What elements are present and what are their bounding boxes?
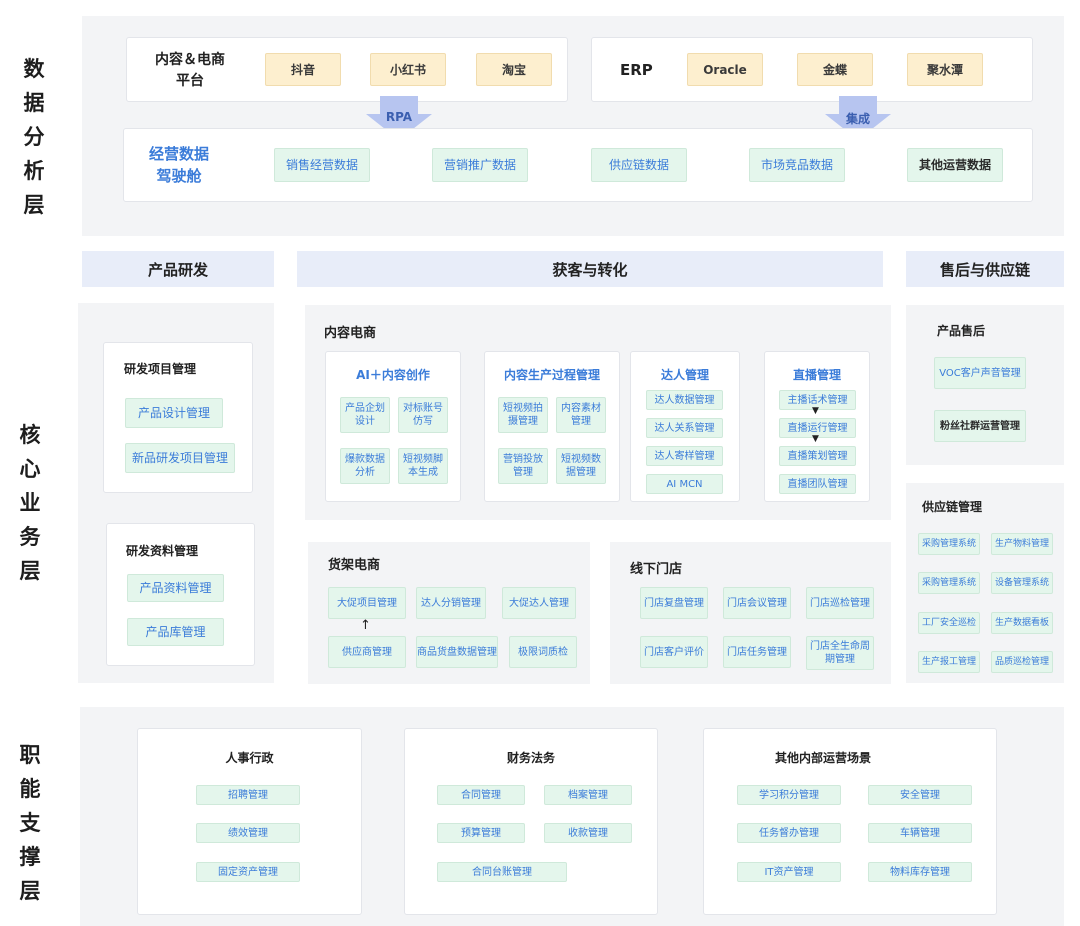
finance-title: 财务法务 (506, 751, 555, 765)
ops-title: 其他内部运营场景 (774, 751, 871, 765)
supply-item-5: 工厂安全巡检 (918, 612, 980, 634)
rd-data-title: 研发资料管理 (126, 544, 199, 558)
rd-project-title: 研发项目管理 (124, 362, 197, 376)
erp-oracle: Oracle (687, 53, 763, 86)
ops-item-5: IT资产管理 (737, 862, 841, 882)
prod-item-2: 内容素材 管理 (556, 397, 606, 433)
supply-item-3: 采购管理系统 (918, 572, 980, 594)
shelf-item-6: 极限词质检 (509, 636, 577, 668)
finance-item-4: 收款管理 (544, 823, 632, 843)
prod-title: 内容生产过程管理 (503, 368, 600, 382)
ops-item-6: 物料库存管理 (868, 862, 972, 882)
platform-xiaohongshu: 小红书 (370, 53, 446, 86)
ops-item-3: 任务督办管理 (737, 823, 841, 843)
finance-item-5: 合同台账管理 (437, 862, 567, 882)
platform-taobao: 淘宝 (476, 53, 552, 86)
after-title: 产品售后 (937, 324, 986, 338)
rd-product-docs: 产品资料管理 (127, 574, 224, 602)
shelf-item-5: 商品货盘数据管理 (416, 636, 498, 668)
ops-item-1: 学习积分管理 (737, 785, 841, 805)
shelf-item-2: 达人分销管理 (416, 587, 486, 619)
platform-douyin: 抖音 (265, 53, 341, 86)
data-marketing: 营销推广数据 (432, 148, 528, 182)
live-arrow-2-icon: ▼ (812, 434, 819, 444)
hr-item-2: 绩效管理 (196, 823, 300, 843)
cockpit-box (123, 128, 1033, 202)
offline-item-6: 门店全生命周 期管理 (806, 636, 874, 670)
supply-item-2: 生产物料管理 (991, 533, 1053, 555)
rd-product-library: 产品库管理 (127, 618, 224, 646)
data-other: 其他运营数据 (907, 148, 1003, 182)
hr-title: 人事行政 (225, 751, 274, 765)
shelf-up-arrow-icon: ↑ (360, 618, 371, 633)
supply-item-4: 设备管理系统 (991, 572, 1053, 594)
header-acquire: 获客与转化 (297, 251, 883, 287)
offline-item-5: 门店任务管理 (723, 636, 791, 668)
rd-new-product-project: 新品研发项目管理 (125, 443, 235, 473)
ai-item-3: 爆款数据 分析 (340, 448, 390, 484)
shelf-title: 货架电商 (328, 558, 381, 573)
live-item-4: 直播团队管理 (779, 474, 856, 494)
rpa-arrow-label: RPA (385, 110, 413, 124)
supply-item-7: 生产报工管理 (918, 651, 980, 673)
platform-title: 内容＆电商 平台 (155, 52, 225, 89)
data-sales: 销售经营数据 (274, 148, 370, 182)
offline-title: 线下门店 (630, 562, 683, 577)
data-supply: 供应链数据 (591, 148, 687, 182)
kol-title: 达人管理 (660, 368, 709, 382)
offline-item-3: 门店巡检管理 (806, 587, 874, 619)
erp-jushuitan: 聚水潭 (907, 53, 983, 86)
shelf-item-3: 大促达人管理 (502, 587, 576, 619)
kol-item-3: 达人寄样管理 (646, 446, 723, 466)
ai-item-4: 短视频脚 本生成 (398, 448, 448, 484)
hr-item-3: 固定资产管理 (196, 862, 300, 882)
layer-label-core-business: 核 心 业 务 层 (19, 423, 41, 583)
ops-item-2: 安全管理 (868, 785, 972, 805)
finance-item-3: 预算管理 (437, 823, 525, 843)
layer-label-data-analysis: 数 据 分 析 层 (23, 57, 45, 217)
live-item-3: 直播策划管理 (779, 446, 856, 466)
content-title: 内容电商 (324, 326, 377, 341)
ai-title: AI＋内容创作 (356, 368, 430, 382)
ai-item-1: 产品企划 设计 (340, 397, 390, 433)
kol-item-4: AI MCN (646, 474, 723, 494)
erp-title: ERP (620, 61, 653, 79)
ai-item-2: 对标账号 仿写 (398, 397, 448, 433)
erp-kingdee: 金蝶 (797, 53, 873, 86)
prod-item-3: 营销投放 管理 (498, 448, 548, 484)
supply-item-6: 生产数据看板 (991, 612, 1053, 634)
prod-item-1: 短视频拍 摄管理 (498, 397, 548, 433)
supply-item-8: 品质巡检管理 (991, 651, 1053, 673)
rd-product-design: 产品设计管理 (125, 398, 223, 428)
supply-title: 供应链管理 (922, 500, 983, 514)
finance-item-1: 合同管理 (437, 785, 525, 805)
offline-item-4: 门店客户评价 (640, 636, 708, 668)
shelf-item-4: 供应商管理 (328, 636, 406, 668)
header-rd: 产品研发 (82, 251, 274, 287)
header-after: 售后与供应链 (906, 251, 1064, 287)
cockpit-title: 经营数据 驾驶舱 (148, 145, 209, 185)
after-item-2: 粉丝社群运营管理 (934, 410, 1026, 442)
integrate-arrow-label: 集成 (845, 112, 870, 126)
live-title: 直播管理 (792, 368, 841, 382)
finance-item-2: 档案管理 (544, 785, 632, 805)
after-item-1: VOC客户声音管理 (934, 357, 1026, 389)
offline-item-1: 门店复盘管理 (640, 587, 708, 619)
shelf-item-1: 大促项目管理 (328, 587, 406, 619)
offline-item-2: 门店会议管理 (723, 587, 791, 619)
prod-item-4: 短视频数 据管理 (556, 448, 606, 484)
kol-item-2: 达人关系管理 (646, 418, 723, 438)
kol-item-1: 达人数据管理 (646, 390, 723, 410)
hr-item-1: 招聘管理 (196, 785, 300, 805)
ops-item-4: 车辆管理 (868, 823, 972, 843)
supply-item-1: 采购管理系统 (918, 533, 980, 555)
live-arrow-1-icon: ▼ (812, 406, 819, 416)
data-competitor: 市场竞品数据 (749, 148, 845, 182)
layer-label-function-support: 职 能 支 撑 层 (19, 743, 41, 903)
